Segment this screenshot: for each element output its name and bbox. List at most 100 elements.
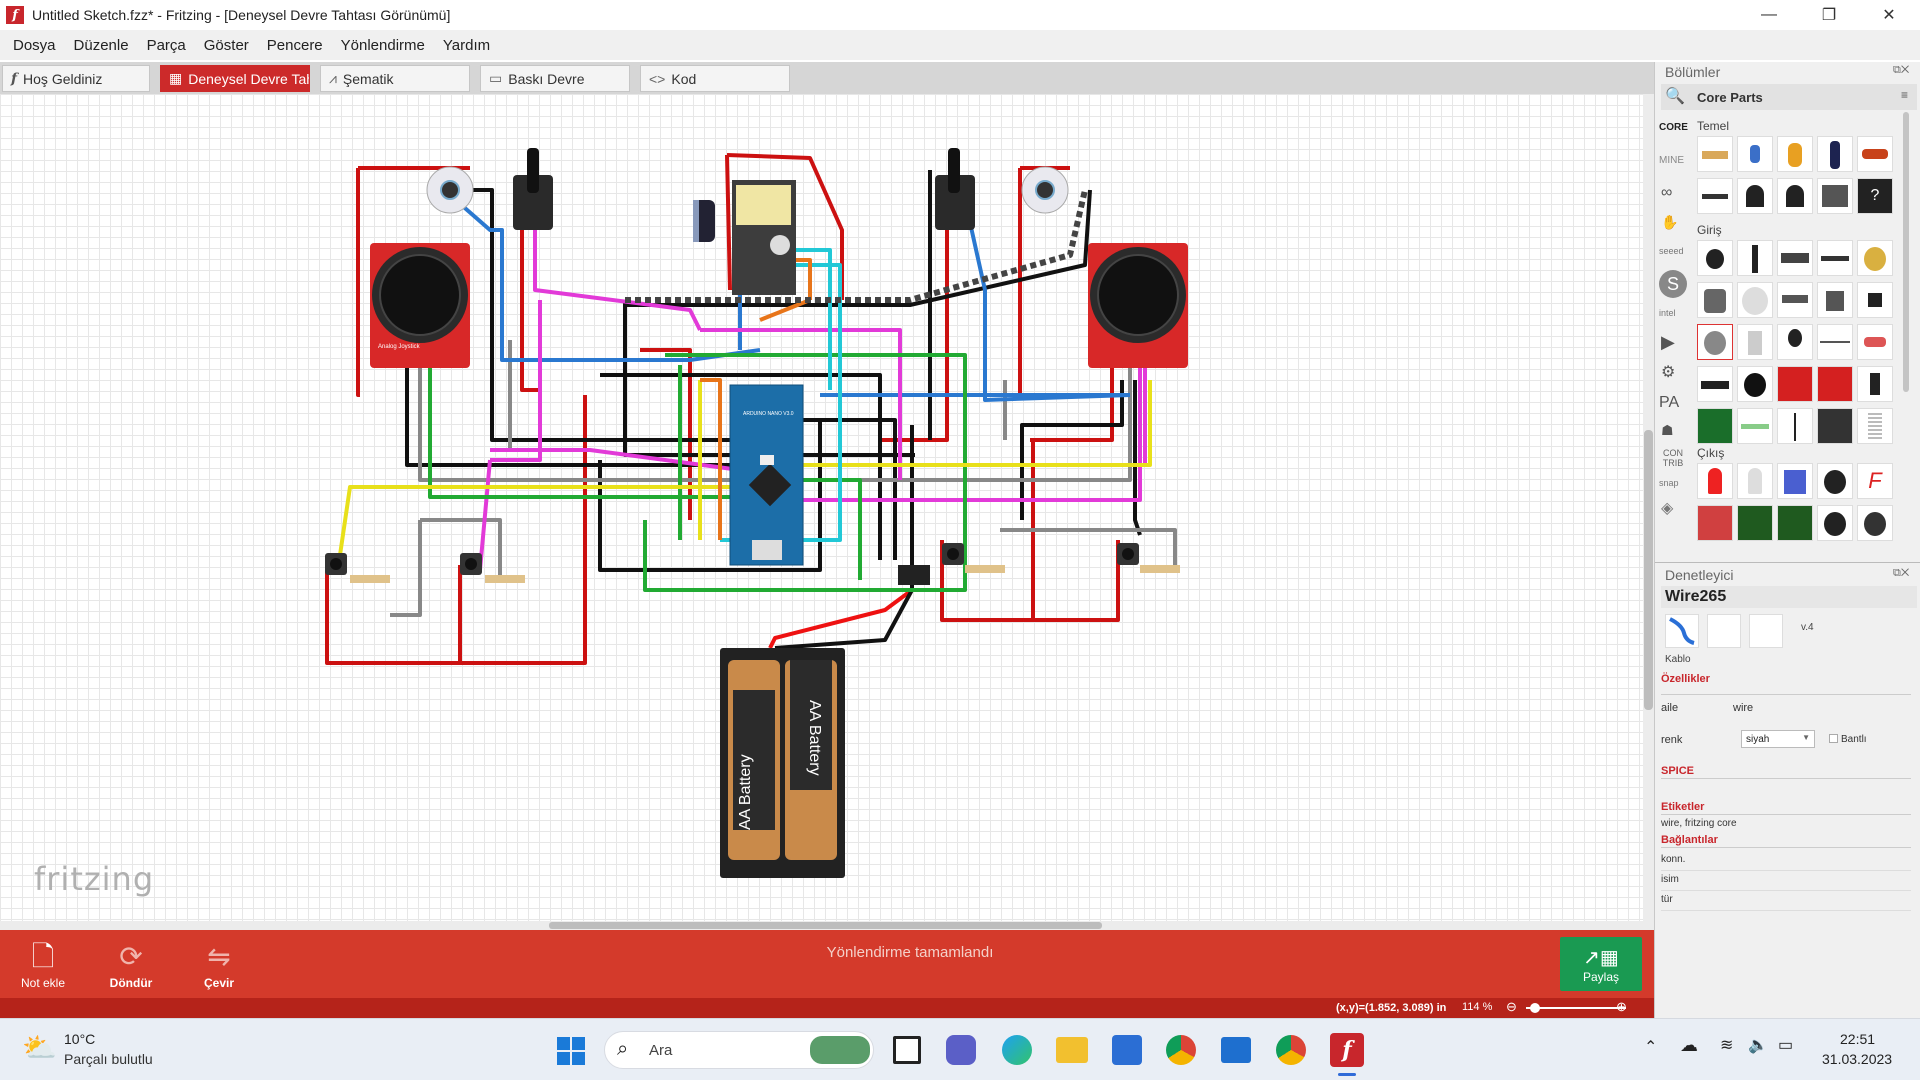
- part-capacitor[interactable]: [1737, 136, 1773, 172]
- tab-schematic[interactable]: ⩘ Şematik: [320, 65, 470, 92]
- part-electrolytic[interactable]: [1817, 136, 1853, 172]
- part-joystick[interactable]: [1697, 324, 1733, 360]
- add-note-button[interactable]: 🗋 Not ekle: [8, 936, 78, 994]
- inspector-float-icon[interactable]: ⧉✕: [1893, 567, 1909, 580]
- bin-arduino-icon[interactable]: ∞: [1661, 184, 1672, 202]
- part-rfid[interactable]: [1817, 408, 1853, 444]
- part-led[interactable]: [1697, 463, 1733, 499]
- tab-code[interactable]: <> Kod: [640, 65, 790, 92]
- part-transistor-pnp[interactable]: [1737, 178, 1773, 214]
- bin-play-icon[interactable]: ▶: [1661, 332, 1675, 353]
- part-slide-pot[interactable]: [1777, 240, 1813, 276]
- bin-core[interactable]: CORE: [1659, 122, 1688, 133]
- part-thermistor[interactable]: [1857, 324, 1893, 360]
- edge-icon[interactable]: [1002, 1035, 1032, 1065]
- part-sensor-board-2[interactable]: [1817, 366, 1853, 402]
- clock-date[interactable]: 31.03.2023: [1822, 1051, 1892, 1067]
- search-icon[interactable]: 🔍: [1665, 86, 1685, 106]
- bin-snap[interactable]: snap: [1659, 478, 1679, 488]
- vertical-scroll-thumb[interactable]: [1644, 430, 1653, 710]
- color-select[interactable]: siyah ▼: [1741, 730, 1815, 748]
- clock-time[interactable]: 22:51: [1840, 1031, 1875, 1047]
- bin-gear-icon[interactable]: ⚙: [1661, 362, 1675, 382]
- bin-heatsink-icon[interactable]: ☗: [1661, 422, 1674, 439]
- part-buzzer-in[interactable]: [1737, 366, 1773, 402]
- bin-sparkfun-icon[interactable]: S: [1659, 270, 1687, 298]
- bin-hand-icon[interactable]: ✋: [1661, 214, 1678, 231]
- weather-icon[interactable]: ⛅: [22, 1031, 57, 1064]
- part-button-a[interactable]: [1697, 282, 1733, 318]
- speaker-icon[interactable]: 🔈: [1748, 1035, 1768, 1055]
- part-mic[interactable]: [1857, 240, 1893, 276]
- horizontal-scroll-thumb[interactable]: [549, 922, 1102, 929]
- part-diode[interactable]: [1697, 178, 1733, 214]
- weather-temp[interactable]: 10°C: [64, 1031, 95, 1047]
- zoom-out-icon[interactable]: ⊖: [1506, 999, 1517, 1015]
- part-ldr[interactable]: [1777, 324, 1813, 360]
- tab-breadboard[interactable]: ▦ Deneysel Devre Tahtası: [160, 65, 310, 92]
- taskbar-search[interactable]: ⌕ Ara: [604, 1031, 874, 1069]
- part-inductor[interactable]: [1857, 136, 1893, 172]
- part-resistor[interactable]: [1697, 136, 1733, 172]
- part-rgb-led[interactable]: [1777, 463, 1813, 499]
- zoom-slider-handle[interactable]: [1530, 1003, 1540, 1013]
- bin-more-icon[interactable]: ◈: [1661, 498, 1673, 518]
- onedrive-icon[interactable]: ☁: [1680, 1035, 1698, 1056]
- zoom-in-icon[interactable]: ⊕: [1616, 999, 1627, 1015]
- flip-button[interactable]: ⇋ Çevir: [184, 936, 254, 994]
- chevron-up-icon[interactable]: ⌃: [1644, 1037, 1657, 1057]
- menu-file[interactable]: Dosya: [4, 37, 65, 54]
- part-speaker[interactable]: [1817, 505, 1853, 541]
- menu-window[interactable]: Pencere: [258, 37, 332, 54]
- task-view-icon[interactable]: [893, 1036, 921, 1064]
- bin-contrib[interactable]: CON TRIB: [1659, 448, 1687, 468]
- fritzing-taskbar-icon[interactable]: f: [1330, 1033, 1364, 1067]
- bin-mine[interactable]: MINE: [1659, 155, 1684, 166]
- tab-pcb[interactable]: ▭ Baskı Devre: [480, 65, 630, 92]
- part-neopixel[interactable]: [1817, 463, 1853, 499]
- part-lcd-2[interactable]: [1777, 505, 1813, 541]
- part-wire-sensor[interactable]: [1817, 324, 1853, 360]
- battery-icon[interactable]: ▭: [1778, 1035, 1793, 1055]
- part-distance[interactable]: [1697, 366, 1733, 402]
- share-button[interactable]: ↗▦ Paylaş: [1560, 937, 1642, 991]
- part-jack[interactable]: [1857, 282, 1893, 318]
- part-sensor-board[interactable]: [1777, 366, 1813, 402]
- banded-checkbox[interactable]: [1829, 734, 1838, 743]
- mail-icon[interactable]: [1221, 1037, 1251, 1063]
- menu-help[interactable]: Yardım: [434, 37, 499, 54]
- part-tilt[interactable]: [1737, 324, 1773, 360]
- bin-intel[interactable]: intel: [1659, 308, 1676, 318]
- part-lcd[interactable]: [1737, 505, 1773, 541]
- part-green-board[interactable]: [1697, 408, 1733, 444]
- minimize-button[interactable]: —: [1746, 0, 1792, 30]
- part-led-white[interactable]: [1737, 463, 1773, 499]
- menu-edit[interactable]: Düzenle: [65, 37, 138, 54]
- part-switch[interactable]: [1777, 282, 1813, 318]
- tab-welcome[interactable]: f Hoş Geldiniz: [2, 65, 150, 92]
- part-mystery[interactable]: ?: [1857, 178, 1893, 214]
- panel-float-icon[interactable]: ⧉✕: [1893, 64, 1909, 77]
- part-slider[interactable]: [1817, 240, 1853, 276]
- part-seven-segment[interactable]: F: [1857, 463, 1893, 499]
- part-transistor-npn[interactable]: [1777, 178, 1813, 214]
- teams-chat-icon[interactable]: [946, 1035, 976, 1065]
- part-header[interactable]: [1857, 408, 1893, 444]
- breadboard-canvas[interactable]: Analog Joystick ARDUINO NANO V3.0 AA Bat…: [0, 94, 1643, 930]
- restore-button[interactable]: ❐: [1806, 0, 1852, 30]
- bin-seeed[interactable]: seeed: [1659, 246, 1684, 256]
- chrome-icon[interactable]: [1166, 1035, 1196, 1065]
- part-reed[interactable]: [1737, 408, 1773, 444]
- part-matrix[interactable]: [1697, 505, 1733, 541]
- part-tact[interactable]: [1817, 282, 1853, 318]
- store-icon[interactable]: [1112, 1035, 1142, 1065]
- bin-pa[interactable]: PA: [1659, 394, 1679, 412]
- part-mosfet[interactable]: [1817, 178, 1853, 214]
- part-probe[interactable]: [1777, 408, 1813, 444]
- file-explorer-icon[interactable]: [1056, 1037, 1088, 1063]
- start-button[interactable]: [556, 1036, 586, 1066]
- part-encoder[interactable]: [1737, 282, 1773, 318]
- part-tantalum[interactable]: [1777, 136, 1813, 172]
- part-rotary[interactable]: [1697, 240, 1733, 276]
- zoom-slider[interactable]: [1526, 1007, 1626, 1009]
